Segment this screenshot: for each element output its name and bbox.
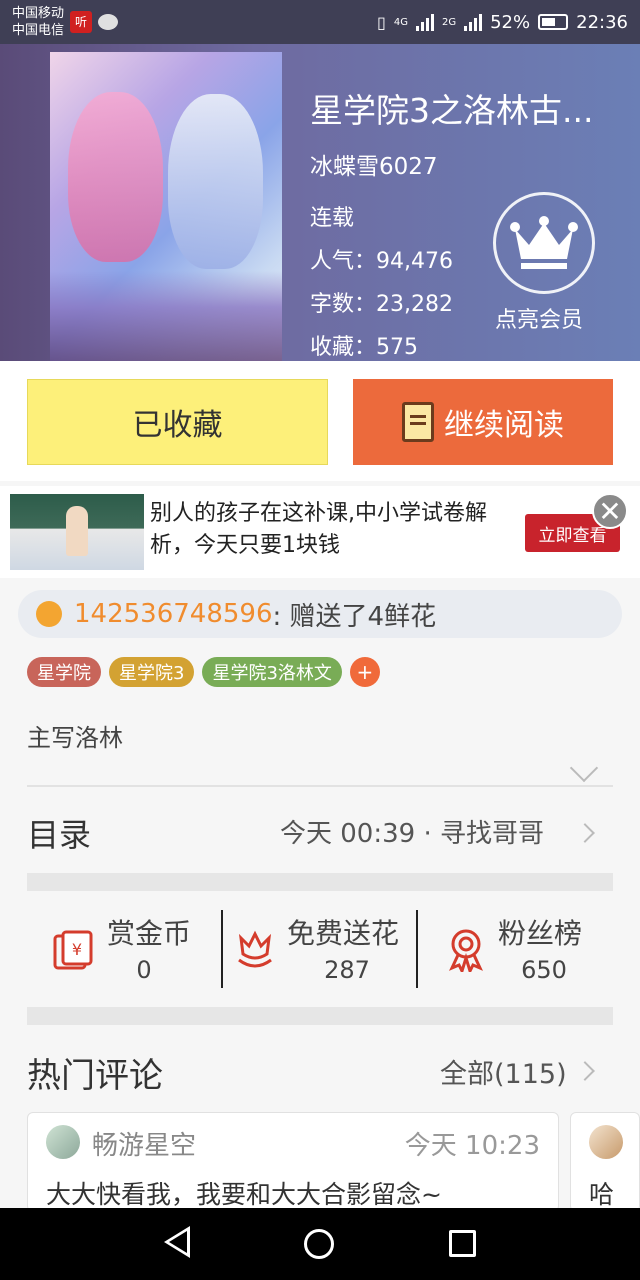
comment-username[interactable]: 畅游星空 xyxy=(92,1125,196,1162)
stat-value: 650 xyxy=(521,956,567,984)
tag-item[interactable]: 星学院3 xyxy=(109,657,195,687)
back-icon[interactable] xyxy=(164,1226,190,1258)
signal-2-icon xyxy=(464,13,483,31)
tag-item[interactable]: 星学院 xyxy=(27,657,101,687)
book-cover-image[interactable] xyxy=(50,52,282,361)
stat-label: 粉丝榜 xyxy=(498,917,583,950)
action-buttons: 已收藏 继续阅读 xyxy=(0,361,640,481)
comment-card[interactable]: 哈 xyxy=(570,1112,640,1212)
cover-figure-right xyxy=(168,94,263,269)
toc-latest-chapter[interactable]: 今天 00:39 · 寻找哥哥 xyxy=(280,813,544,850)
cover-figure-left xyxy=(68,92,163,262)
stat-value: 0 xyxy=(136,956,152,984)
book-description: 主写洛林 xyxy=(27,724,123,752)
hot-comments-title: 热门评论 xyxy=(27,1056,163,1096)
stat-value: 287 xyxy=(324,956,370,984)
vibrate-icon: ▯ xyxy=(377,12,386,32)
gift-icon xyxy=(36,601,62,627)
book-author[interactable]: 冰蝶雪6027 xyxy=(310,147,438,181)
carrier-1: 中国移动 xyxy=(12,6,65,21)
section-divider xyxy=(27,1007,613,1025)
book-favorites: 收藏：575 xyxy=(310,335,418,360)
comment-text: 大大快看我，我要和大大合影留念~ xyxy=(46,1180,442,1209)
clock: 22:36 xyxy=(576,11,628,33)
recent-apps-icon[interactable] xyxy=(449,1230,476,1257)
chat-notification-icon xyxy=(98,14,119,30)
vip-label[interactable]: 点亮会员 xyxy=(495,302,583,334)
carrier-info: 中国移动 中国电信 xyxy=(12,5,64,39)
status-bar: 中国移动 中国电信 听 ▯ 4G 2G 52% 22:36 xyxy=(0,0,640,44)
ad-close-button[interactable]: ✕ xyxy=(592,493,628,529)
book-status: 连载 xyxy=(310,206,355,231)
avatar[interactable] xyxy=(589,1125,623,1159)
battery-icon xyxy=(538,14,569,30)
avatar[interactable] xyxy=(46,1125,80,1159)
stat-label: 免费送花 xyxy=(287,917,400,950)
gift-ticker: 142536748596 : 赠送了4鲜花 xyxy=(18,590,622,638)
listen-app-icon: 听 xyxy=(70,11,93,33)
continue-reading-label: 继续阅读 xyxy=(444,408,564,443)
stat-label: 赏金币 xyxy=(107,917,192,950)
cover-shadow xyxy=(50,271,282,361)
ad-image xyxy=(10,494,144,570)
book-title: 星学院3之洛林古... xyxy=(310,91,594,130)
comment-text: 哈 xyxy=(589,1180,615,1209)
all-comments-link[interactable]: 全部(115) xyxy=(440,1052,567,1091)
add-tag-button[interactable]: + xyxy=(349,657,380,687)
book-icon xyxy=(402,402,434,442)
network-1-label: 4G xyxy=(393,16,408,28)
status-right: ▯ 4G 2G 52% 22:36 xyxy=(377,12,628,33)
flower-icon xyxy=(238,930,272,968)
book-popularity: 人气：94,476 xyxy=(310,249,453,274)
book-header: 星学院3之洛林古... 冰蝶雪6027 连载 人气：94,476 字数：23,2… xyxy=(0,44,640,361)
network-2-label: 2G xyxy=(441,16,457,28)
book-word-count: 字数：23,282 xyxy=(310,292,453,317)
continue-reading-button[interactable]: 继续阅读 xyxy=(353,379,613,465)
ad-text: 别人的孩子在这补课,中小学试卷解析，今天只要1块钱 xyxy=(150,501,487,558)
expand-chevron-icon[interactable] xyxy=(569,753,599,783)
system-nav-bar xyxy=(0,1208,640,1280)
toc-title[interactable]: 目录 xyxy=(27,810,91,856)
svg-text:¥: ¥ xyxy=(72,940,82,959)
gift-message: : 赠送了4鲜花 xyxy=(272,601,437,632)
tag-item[interactable]: 星学院3洛林文 xyxy=(202,657,342,687)
gift-user: 142536748596 xyxy=(74,599,273,629)
comment-card[interactable]: 畅游星空 今天 10:23 大大快看我，我要和大大合影留念~ xyxy=(27,1112,559,1212)
stat-free-flowers[interactable]: 免费送花 287 xyxy=(223,910,418,988)
vip-button[interactable] xyxy=(493,192,595,294)
chevron-right-icon xyxy=(575,1061,595,1081)
signal-1-icon xyxy=(415,13,434,31)
chevron-right-icon xyxy=(575,823,595,843)
divider xyxy=(27,785,613,787)
comment-time: 今天 10:23 xyxy=(404,1131,540,1161)
carrier-2: 中国电信 xyxy=(12,23,65,38)
section-divider xyxy=(27,873,613,891)
stat-reward-coins[interactable]: ¥ 赏金币 0 xyxy=(27,910,222,988)
battery-percent: 52% xyxy=(490,11,531,33)
home-icon[interactable] xyxy=(304,1229,334,1259)
stat-fan-rank[interactable]: 粉丝榜 650 xyxy=(418,910,613,988)
collected-button[interactable]: 已收藏 xyxy=(27,379,328,465)
money-envelope-icon: ¥ xyxy=(53,930,93,970)
tag-list: 星学院 星学院3 星学院3洛林文 + xyxy=(27,657,380,687)
ribbon-badge-icon xyxy=(449,929,483,972)
crown-icon xyxy=(510,216,578,269)
ad-banner[interactable]: 别人的孩子在这补课,中小学试卷解析，今天只要1块钱 立即查看 xyxy=(0,486,640,578)
